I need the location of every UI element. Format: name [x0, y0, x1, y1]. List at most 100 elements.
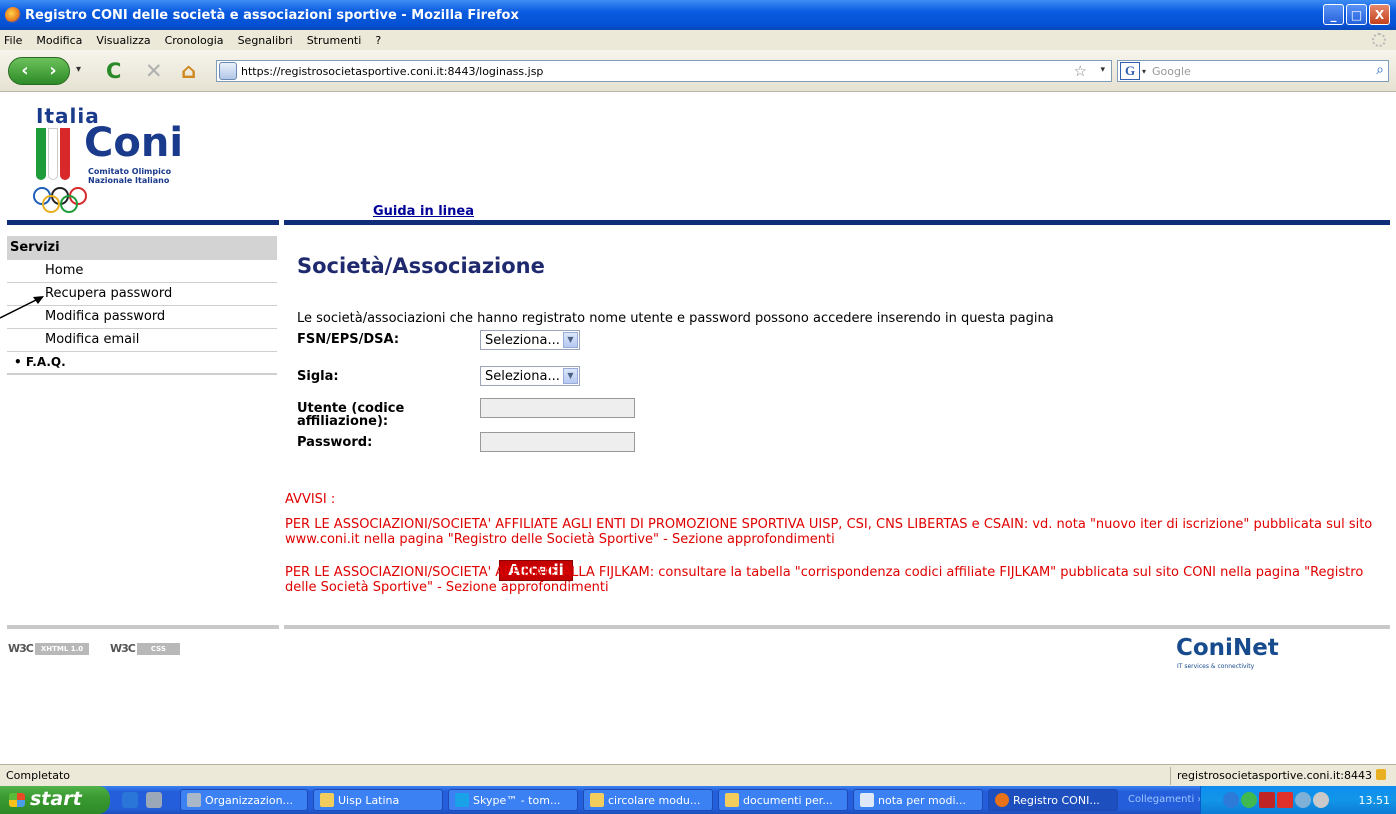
tray-network-icon[interactable] [1241, 792, 1257, 808]
back-button[interactable]: ‹ [13, 60, 37, 82]
password-label: Password: [297, 435, 373, 450]
logo-flag-icon [36, 128, 76, 180]
tray-arrow-icon[interactable] [1223, 792, 1239, 808]
avvisi-notice-1: PER LE ASSOCIAZIONI/SOCIETA' AFFILIATE A… [285, 517, 1373, 547]
stop-button[interactable]: ✕ [145, 59, 163, 83]
tray-security-icon[interactable] [1277, 792, 1293, 808]
clock[interactable]: 13.51 [1359, 794, 1391, 807]
folder-icon [590, 793, 604, 807]
system-tray: 13.51 [1200, 786, 1396, 814]
search-icon[interactable]: ⌕ [1376, 62, 1384, 78]
menu-strumenti[interactable]: Strumenti [307, 34, 362, 47]
url-bar[interactable]: https://registrosocietasportive.coni.it:… [216, 60, 1112, 82]
bookmark-star-icon[interactable]: ☆ [1074, 62, 1087, 80]
menu-cronologia[interactable]: Cronologia [165, 34, 224, 47]
links-toolbar-label[interactable]: Collegamenti » [1128, 794, 1204, 805]
avvisi-notice-2: PER LE ASSOCIAZIONI/SOCIETA' AFFILIATE A… [285, 565, 1364, 595]
sidebar-item-modifica-email[interactable]: Modifica email [7, 329, 277, 352]
sidebar-item-faq[interactable]: • F.A.Q. [7, 352, 277, 375]
ie-quicklaunch-icon[interactable] [122, 792, 138, 808]
menu-visualizza[interactable]: Visualizza [96, 34, 150, 47]
sigla-select-value: Seleziona... [485, 369, 560, 384]
navigation-toolbar: ‹ › ▾ C ✕ ⌂ https://registrosocietasport… [0, 50, 1396, 92]
windows-logo-icon [9, 793, 25, 807]
utente-input[interactable] [480, 398, 635, 418]
page-content: Italia Coni Comitato Olimpico Nazionale … [0, 92, 1396, 764]
forward-button[interactable]: › [41, 60, 65, 82]
engine-dropdown-icon[interactable]: ▾ [1142, 67, 1146, 76]
status-bar: Completato registrosocietasportive.coni.… [0, 764, 1396, 786]
w3c-xhtml-badge[interactable]: W3C XHTML 1.0 [8, 642, 90, 655]
page-favicon-icon [219, 62, 237, 80]
word-document-icon [860, 793, 874, 807]
password-input[interactable] [480, 432, 635, 452]
fsn-select-value: Seleziona... [485, 333, 560, 348]
footer-divider-right [284, 625, 1390, 629]
footer-divider-left [7, 625, 279, 629]
firefox-icon [5, 7, 21, 23]
olympic-rings-icon [33, 187, 87, 213]
sidebar-item-recupera-password[interactable]: Recupera password [7, 283, 277, 306]
coni-logo[interactable]: Italia Coni Comitato Olimpico Nazionale … [30, 104, 230, 214]
avvisi-heading: AVVISI : [285, 492, 336, 507]
firefox-icon [995, 793, 1009, 807]
throbber-icon [1372, 33, 1386, 47]
lock-icon[interactable] [1376, 769, 1386, 780]
folder-icon [320, 793, 334, 807]
url-dropdown-icon[interactable]: ▾ [1100, 65, 1105, 75]
sidebar: Servizi Home Recupera password Modifica … [7, 236, 277, 375]
coninet-logo[interactable]: ConiNet [1176, 635, 1279, 661]
menu-file[interactable]: File [4, 34, 22, 47]
tray-monitor-icon[interactable] [1295, 792, 1311, 808]
logo-coni-text: Coni [84, 120, 184, 166]
desktop-quicklaunch-icon[interactable] [146, 792, 162, 808]
header-divider-left [7, 220, 279, 225]
sigla-select[interactable]: Seleziona... ▼ [480, 366, 580, 386]
taskbar: start Organizzazion... Uisp Latina Skype… [0, 786, 1396, 814]
chevron-down-icon: ▼ [563, 368, 578, 384]
search-placeholder: Google [1152, 64, 1191, 78]
task-nota[interactable]: nota per modi... [853, 789, 983, 811]
chevron-down-icon: ▼ [563, 332, 578, 348]
menu-segnalibri[interactable]: Segnalibri [238, 34, 293, 47]
reload-button[interactable]: C [106, 59, 121, 83]
header-divider-right [284, 220, 1390, 225]
task-documenti[interactable]: documenti per... [718, 789, 848, 811]
logo-subtitle: Comitato Olimpico Nazionale Italiano [88, 167, 172, 185]
window-titlebar: Registro CONI delle società e associazio… [0, 0, 1396, 30]
task-organizzazion[interactable]: Organizzazion... [180, 789, 308, 811]
guida-in-linea-link[interactable]: Guida in linea [373, 204, 474, 219]
task-skype[interactable]: Skype™ - tom... [448, 789, 578, 811]
sidebar-heading: Servizi [7, 236, 277, 260]
minimize-button[interactable]: _ [1323, 4, 1344, 25]
tray-volume-icon[interactable] [1313, 792, 1329, 808]
w3c-css-badge[interactable]: W3C CSS [110, 642, 180, 655]
google-engine-icon[interactable]: G [1120, 62, 1140, 80]
search-bar[interactable]: G ▾ Google ⌕ [1117, 60, 1389, 82]
sidebar-item-home[interactable]: Home [7, 260, 277, 283]
fsn-label: FSN/EPS/DSA: [297, 332, 400, 347]
start-button[interactable]: start [0, 786, 110, 814]
home-button[interactable]: ⌂ [181, 59, 196, 83]
task-uisp-latina[interactable]: Uisp Latina [313, 789, 443, 811]
task-registro-coni[interactable]: Registro CONI... [988, 789, 1118, 811]
sigla-label: Sigla: [297, 369, 339, 384]
menu-modifica[interactable]: Modifica [36, 34, 82, 47]
fsn-select[interactable]: Seleziona... ▼ [480, 330, 580, 350]
skype-icon [455, 793, 469, 807]
menu-help[interactable]: ? [375, 34, 381, 47]
status-host: registrosocietasportive.coni.it:8443 [1169, 767, 1386, 785]
sidebar-item-modifica-password[interactable]: Modifica password [7, 306, 277, 329]
intro-text: Le società/associazioni che hanno regist… [297, 311, 1054, 326]
history-dropdown-icon[interactable]: ▾ [76, 64, 81, 75]
maximize-button[interactable]: □ [1346, 4, 1367, 25]
coninet-subtitle: IT services & connectivity [1177, 663, 1255, 670]
folder-icon [725, 793, 739, 807]
page-title: Società/Associazione [297, 254, 545, 278]
back-forward-group: ‹ › [8, 57, 70, 85]
window-title: Registro CONI delle società e associazio… [25, 7, 519, 23]
tray-app-icon[interactable] [1259, 792, 1275, 808]
task-circolare[interactable]: circolare modu... [583, 789, 713, 811]
url-text: https://registrosocietasportive.coni.it:… [241, 64, 544, 78]
close-button[interactable]: X [1369, 4, 1390, 25]
